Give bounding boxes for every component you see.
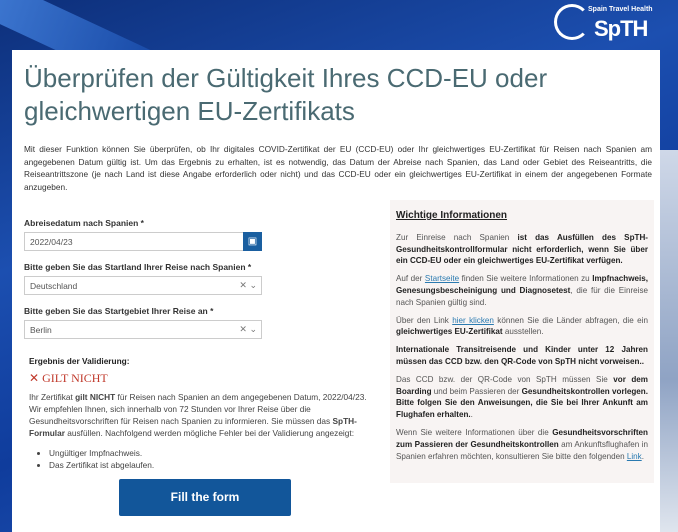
link[interactable]: Link (627, 452, 642, 461)
info-paragraph: Internationale Transitreisende und Kinde… (396, 345, 648, 366)
date-label: Abreisedatum nach Spanien * (24, 218, 144, 228)
chevron-down-icon[interactable]: ⌄ (249, 324, 257, 334)
region-value: Berlin (30, 325, 52, 335)
info-paragraph: Über den Link hier klicken können Sie di… (396, 315, 648, 337)
list-item: Das Zertifikat ist abgelaufen. (49, 459, 399, 471)
status-text: GILT NICHT (42, 371, 108, 385)
main-card: Überprüfen der Gültigkeit Ihres CCD-EU o… (12, 50, 660, 532)
spth-logo: Spain Travel Health SpTH (554, 4, 664, 46)
country-value: Deutschland (30, 281, 78, 291)
clear-icon[interactable]: ✕ (239, 280, 247, 290)
logo-text: SpTH (594, 16, 648, 41)
logo-ring-icon (554, 4, 590, 40)
info-paragraph: Das CCD bzw. der QR-Code von SpTH müssen… (396, 374, 649, 420)
info-paragraph: Zur Einreise nach Spanien ist das Ausfül… (396, 232, 648, 266)
calendar-button[interactable]: ▣ (243, 232, 262, 251)
x-icon: ✕ (29, 371, 40, 385)
date-input[interactable]: 2022/04/23 (24, 232, 244, 251)
country-select[interactable]: Deutschland ✕ ⌄ (24, 276, 262, 295)
error-list: Ungültiger Impfnachweis. Das Zertifikat … (49, 447, 399, 471)
info-paragraph: Auf der Startseite finden Sie weitere In… (396, 274, 648, 307)
region-label: Bitte geben Sie das Startgebiet Ihrer Re… (24, 306, 214, 316)
result-text: Ihr Zertifikat gilt NICHT für Reisen nac… (29, 392, 367, 438)
background-image (660, 150, 678, 532)
chevron-down-icon[interactable]: ⌄ (249, 280, 257, 290)
result-heading: Ergebnis der Validierung: (29, 356, 130, 366)
country-label: Bitte geben Sie das Startland Ihrer Reis… (24, 262, 252, 272)
calendar-icon: ▣ (247, 236, 258, 247)
hier-klicken-link[interactable]: hier klicken (452, 316, 494, 325)
info-heading: Wichtige Informationen (396, 210, 508, 221)
info-box: Wichtige Informationen Zur Einreise nach… (390, 200, 654, 483)
region-select[interactable]: Berlin ✕ ⌄ (24, 320, 262, 339)
list-item: Ungültiger Impfnachweis. (49, 447, 399, 459)
startseite-link[interactable]: Startseite (425, 274, 459, 283)
date-value: 2022/04/23 (30, 237, 73, 247)
page-title: Überprüfen der Gültigkeit Ihres CCD-EU o… (24, 63, 548, 126)
fill-form-button[interactable]: Fill the form (119, 479, 291, 516)
logo-tagline: Spain Travel Health (588, 6, 653, 13)
intro-text: Mit dieser Funktion können Sie überprüfe… (24, 144, 652, 192)
clear-icon[interactable]: ✕ (239, 324, 247, 334)
info-paragraph: Wenn Sie weitere Informationen über die … (396, 427, 648, 461)
result-status: ✕ GILT NICHT (29, 371, 108, 386)
